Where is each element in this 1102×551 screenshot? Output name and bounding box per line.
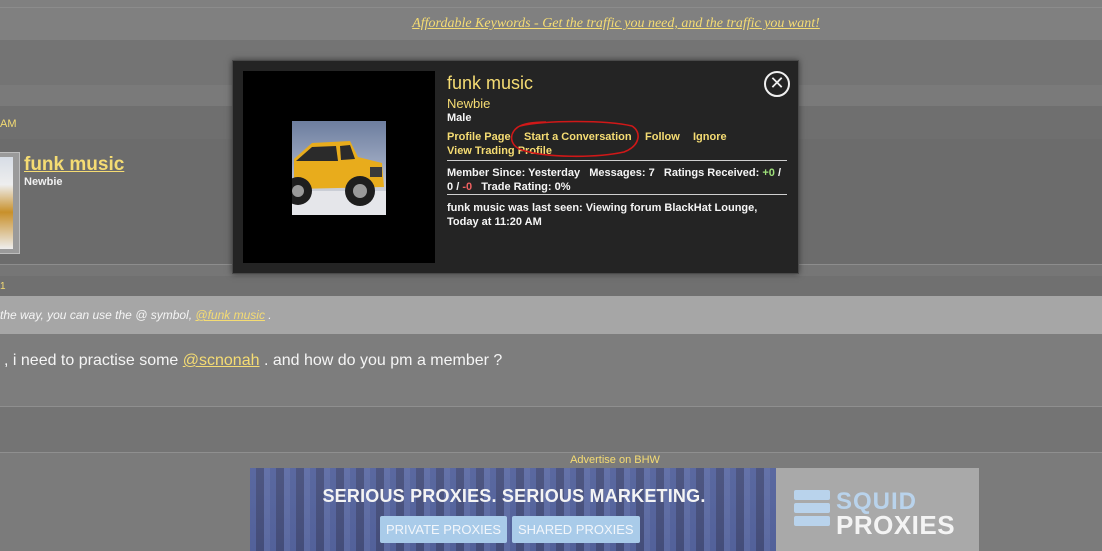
ignore-link[interactable]: Ignore (693, 131, 727, 143)
follow-link[interactable]: Follow (645, 131, 680, 143)
server-stack-icon (794, 490, 830, 530)
post-subbar (0, 276, 1102, 296)
post-user-rank: Newbie (24, 176, 63, 188)
member-avatar[interactable] (243, 71, 435, 263)
message-prefix: , i need to practise some (4, 352, 179, 369)
messages-label: Messages: (589, 167, 646, 179)
shared-proxies-button[interactable]: SHARED PROXIES (512, 516, 640, 543)
mention-hint-suffix: . (268, 308, 272, 322)
post-number: 1 (0, 281, 6, 292)
advertise-link[interactable]: Advertise on BHW (0, 454, 1102, 466)
member-last-seen: funk music was last seen: Viewing forum … (447, 202, 758, 228)
ratings-positive: +0 (762, 167, 775, 179)
mention-hint: the way, you can use the @ symbol, @funk… (0, 308, 272, 322)
profile-page-link[interactable]: Profile Page (447, 131, 511, 143)
close-icon[interactable]: ✕ (764, 71, 790, 97)
message-body (0, 334, 1102, 406)
member-since-label: Member Since: (447, 167, 526, 179)
avatar[interactable] (0, 152, 20, 254)
trade-rating-label: Trade Rating: (481, 181, 552, 193)
member-since-value: Yesterday (528, 167, 581, 179)
ratings-label: Ratings Received: (663, 167, 760, 179)
post-timestamp: AM (0, 118, 17, 130)
squid-proxies-logo[interactable]: SQUID PROXIES (776, 468, 979, 551)
ratings-separator: / (777, 167, 781, 179)
ratings-separator: / (456, 181, 460, 193)
mention-hint-user-link[interactable]: @funk music (195, 308, 265, 322)
avatar-photo (292, 121, 386, 215)
affordable-keywords-link[interactable]: Affordable Keywords - Get the traffic yo… (0, 16, 1102, 32)
member-gender: Male (447, 112, 472, 124)
popup-divider (447, 194, 787, 195)
post-username-link[interactable]: funk music (24, 154, 124, 176)
message-mention-link[interactable]: @scnonah (183, 352, 260, 369)
ratings-neutral: 0 (447, 181, 454, 193)
ad-headline: SERIOUS PROXIES. SERIOUS MARKETING. (322, 486, 706, 506)
trade-rating-value: 0% (554, 181, 571, 193)
message-text: , i need to practise some @scnonah . and… (4, 352, 502, 370)
ad-banner[interactable]: SERIOUS PROXIES. SERIOUS MARKETING. PRIV… (250, 468, 778, 551)
messages-count: 7 (648, 167, 655, 179)
popup-divider (447, 160, 787, 161)
member-rank: Newbie (447, 96, 491, 111)
logo-text-bottom: PROXIES (836, 510, 956, 540)
member-stats: Member Since: Yesterday Messages: 7 Rati… (447, 166, 787, 194)
message-suffix: . and how do you pm a member ? (263, 352, 503, 369)
post-footer-bar (0, 406, 1102, 453)
member-name[interactable]: funk music (447, 73, 533, 94)
ratings-negative: -0 (462, 181, 473, 193)
private-proxies-button[interactable]: PRIVATE PROXIES (380, 516, 508, 543)
member-card-popup: funk music Newbie Male Profile Page Star… (232, 60, 799, 274)
annotation-circle (510, 120, 639, 158)
top-banner-bar: Affordable Keywords - Get the traffic yo… (0, 0, 1102, 41)
mention-hint-prefix: the way, you can use the @ symbol, (0, 308, 193, 322)
